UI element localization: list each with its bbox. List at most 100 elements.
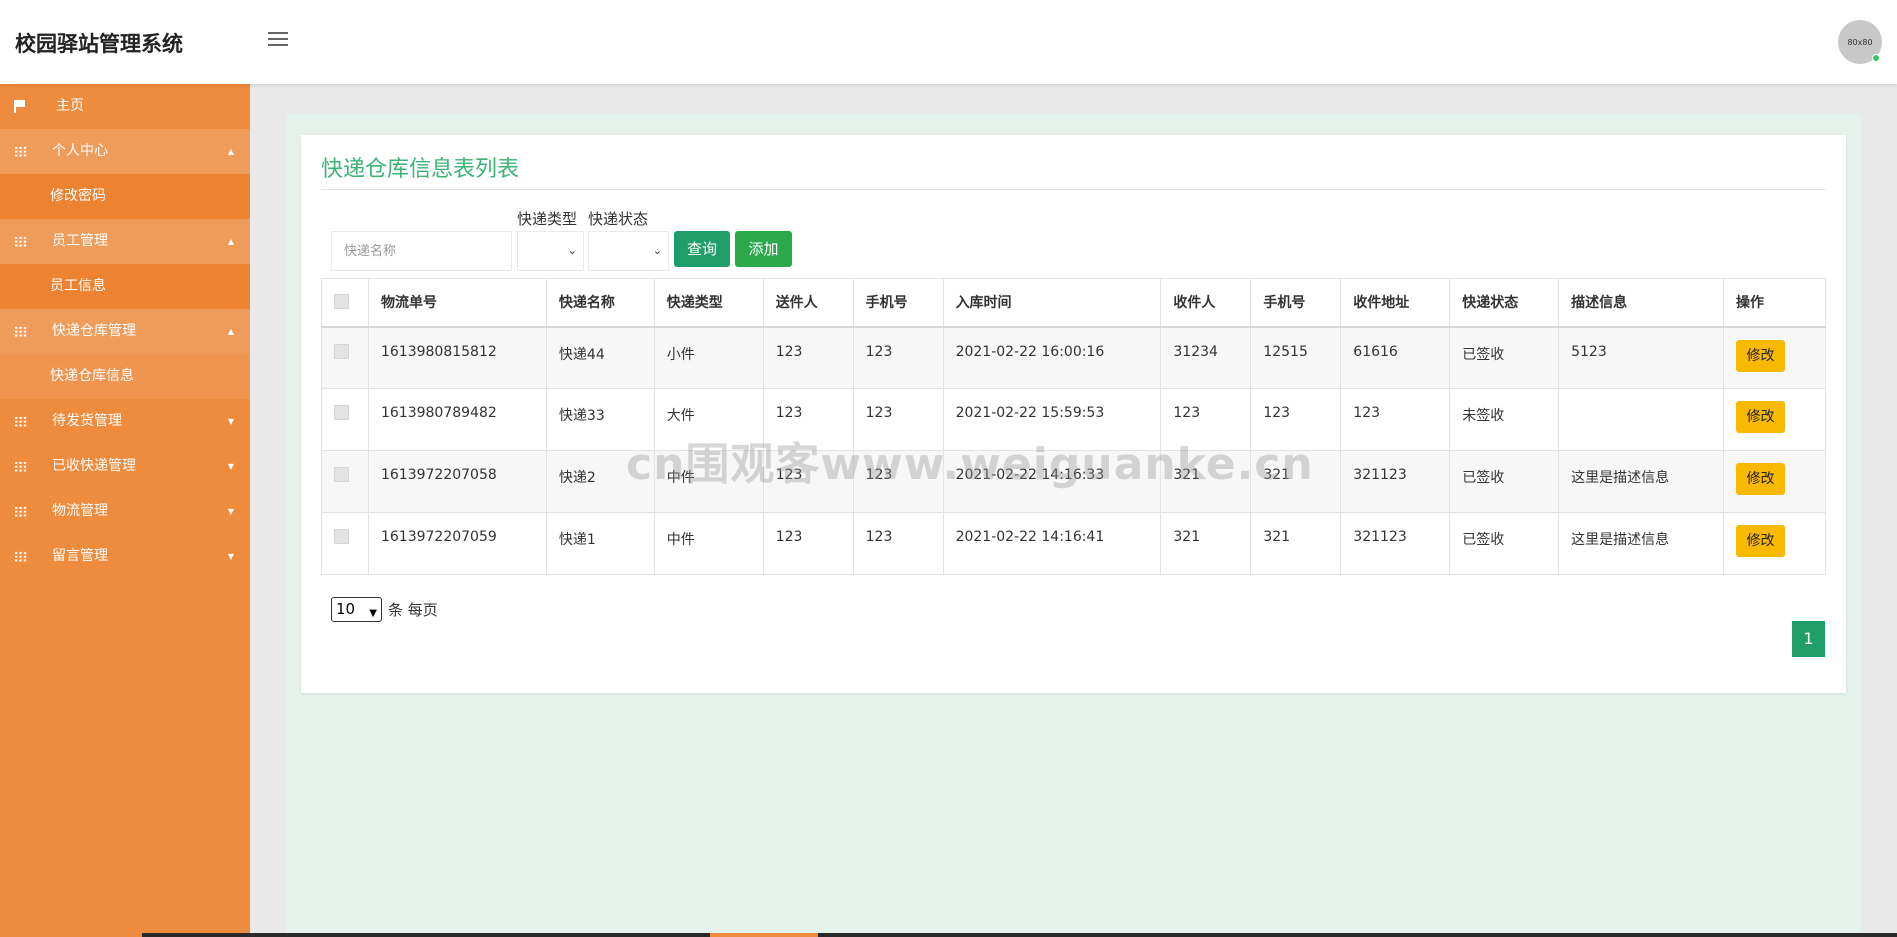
- row-checkbox[interactable]: [334, 529, 349, 544]
- table-cell: 12515: [1250, 326, 1342, 389]
- per-page-label: 条 每页: [388, 601, 438, 619]
- column-header: 收件地址: [1340, 278, 1451, 328]
- watermark: cn围观客www.weiguanke.cn: [626, 439, 1314, 490]
- chevron-down-icon: ▼: [227, 507, 234, 516]
- edit-button[interactable]: 修改: [1735, 525, 1785, 557]
- row-checkbox[interactable]: [334, 467, 349, 482]
- top-header: 校园驿站管理系统 80x80: [0, 0, 1897, 84]
- table-cell: 123: [762, 326, 854, 389]
- edit-button[interactable]: 修改: [1735, 401, 1785, 433]
- action-cell: 修改: [1722, 326, 1827, 389]
- table-cell: 已签收: [1449, 512, 1560, 575]
- page-size-value: 10: [336, 600, 356, 618]
- grid-icon: [14, 219, 27, 264]
- column-header: 手机号: [1250, 278, 1342, 328]
- express-status-select[interactable]: ⌄: [588, 231, 669, 271]
- sidebar-item-staff[interactable]: 员工管理 ▲: [0, 219, 250, 264]
- row-checkbox[interactable]: [334, 405, 349, 420]
- table-cell: 321123: [1340, 450, 1451, 513]
- column-header: 送件人: [762, 278, 854, 328]
- column-header: 物流单号: [367, 278, 547, 328]
- edit-button[interactable]: 修改: [1735, 463, 1785, 495]
- list-card: 快递仓库信息表列表 快递类型 快递状态 ⌄ ⌄ 查询 添加 物流单号 快递名称 …: [301, 135, 1846, 693]
- edit-button[interactable]: 修改: [1735, 339, 1785, 372]
- sidebar-item-home[interactable]: 主页: [0, 84, 250, 129]
- grid-icon: [14, 399, 27, 444]
- table-cell: 61616: [1340, 326, 1451, 389]
- sidebar-item-received[interactable]: 已收快递管理 ▼: [0, 444, 250, 489]
- column-header: 收件人: [1160, 278, 1252, 328]
- table-cell: 1613972207059: [367, 512, 547, 575]
- table-cell: 31234: [1160, 326, 1252, 389]
- table-cell: 1613980815812: [367, 326, 547, 389]
- grid-icon: [14, 444, 27, 489]
- sidebar-subitem-warehouse-info[interactable]: 快递仓库信息: [0, 354, 250, 399]
- page-size-select[interactable]: 10 ▼: [331, 597, 382, 622]
- chevron-up-icon: ▲: [227, 147, 234, 156]
- sidebar-item-label: 待发货管理: [52, 413, 122, 429]
- table-cell: 1613972207058: [367, 450, 547, 513]
- table-cell: 321123: [1340, 512, 1451, 575]
- table-cell: 123: [852, 326, 944, 389]
- table-cell: 快递1: [545, 512, 655, 575]
- table-cell: 快递44: [545, 326, 655, 389]
- table-cell: 123: [852, 512, 944, 575]
- express-type-select[interactable]: ⌄: [517, 231, 584, 271]
- sidebar-item-label: 已收快递管理: [52, 458, 136, 474]
- column-header: 快递类型: [653, 278, 764, 328]
- column-header: 描述信息: [1558, 278, 1724, 328]
- chevron-down-icon: ▼: [227, 462, 234, 471]
- sidebar-item-label: 个人中心: [52, 143, 108, 159]
- add-button[interactable]: 添加: [735, 231, 792, 267]
- sidebar-item-label: 主页: [56, 98, 84, 114]
- table-cell: 小件: [653, 326, 764, 389]
- row-select-cell: [321, 326, 369, 389]
- table-header-row: 物流单号 快递名称 快递类型 送件人 手机号 入库时间 收件人 手机号 收件地址…: [321, 278, 1827, 328]
- chevron-down-icon: ▼: [369, 608, 377, 619]
- express-type-label: 快递类型: [517, 210, 578, 228]
- sidebar-subitem-staff-info[interactable]: 员工信息: [0, 264, 250, 309]
- column-header: 操作: [1722, 278, 1827, 328]
- table-cell: 2021-02-22 14:16:41: [942, 512, 1162, 575]
- online-status-dot: [1872, 54, 1880, 62]
- sidebar-item-pending-shipment[interactable]: 待发货管理 ▼: [0, 399, 250, 444]
- table-cell: 中件: [653, 512, 764, 575]
- table-cell: 123: [1340, 388, 1451, 451]
- chevron-down-icon: ▼: [227, 417, 234, 426]
- table-cell: 已签收: [1449, 326, 1560, 389]
- page-title: 快递仓库信息表列表: [321, 157, 520, 182]
- table-cell: 321: [1250, 512, 1342, 575]
- query-button[interactable]: 查询: [674, 231, 730, 267]
- avatar[interactable]: 80x80: [1838, 20, 1882, 64]
- app-title: 校园驿站管理系统: [15, 32, 183, 56]
- table-cell: [1558, 388, 1724, 451]
- flag-icon: [14, 84, 25, 129]
- row-checkbox[interactable]: [334, 343, 349, 359]
- menu-toggle-icon[interactable]: [268, 32, 288, 48]
- row-select-cell: [321, 450, 369, 513]
- table-cell: 2021-02-22 16:00:16: [942, 326, 1162, 389]
- table-cell: 321: [1160, 512, 1252, 575]
- table-cell: 未签收: [1449, 388, 1560, 451]
- sidebar: 主页 个人中心 ▲ 修改密码 员工管理 ▲ 员工信息 快递仓库管理 ▲ 快递仓库…: [0, 84, 250, 937]
- warehouse-table: 物流单号 快递名称 快递类型 送件人 手机号 入库时间 收件人 手机号 收件地址…: [321, 278, 1827, 575]
- grid-icon: [14, 129, 27, 174]
- column-header: 手机号: [852, 278, 944, 328]
- action-cell: 修改: [1722, 450, 1827, 513]
- page-number-button[interactable]: 1: [1792, 621, 1825, 657]
- chevron-up-icon: ▲: [227, 237, 234, 246]
- express-status-label: 快递状态: [588, 210, 649, 228]
- sidebar-item-personal-center[interactable]: 个人中心 ▲: [0, 129, 250, 174]
- express-name-search-input[interactable]: [331, 231, 512, 271]
- sidebar-item-warehouse[interactable]: 快递仓库管理 ▲: [0, 309, 250, 354]
- action-cell: 修改: [1722, 388, 1827, 451]
- grid-icon: [14, 534, 27, 579]
- sidebar-subitem-change-password[interactable]: 修改密码: [0, 174, 250, 219]
- row-select-cell: [321, 512, 369, 575]
- column-header: 快递状态: [1449, 278, 1560, 328]
- sidebar-item-logistics[interactable]: 物流管理 ▼: [0, 489, 250, 534]
- sidebar-item-messages[interactable]: 留言管理 ▼: [0, 534, 250, 579]
- chevron-down-icon: ⌄: [567, 244, 577, 257]
- chevron-up-icon: ▲: [227, 327, 234, 336]
- select-all-checkbox[interactable]: [334, 293, 349, 309]
